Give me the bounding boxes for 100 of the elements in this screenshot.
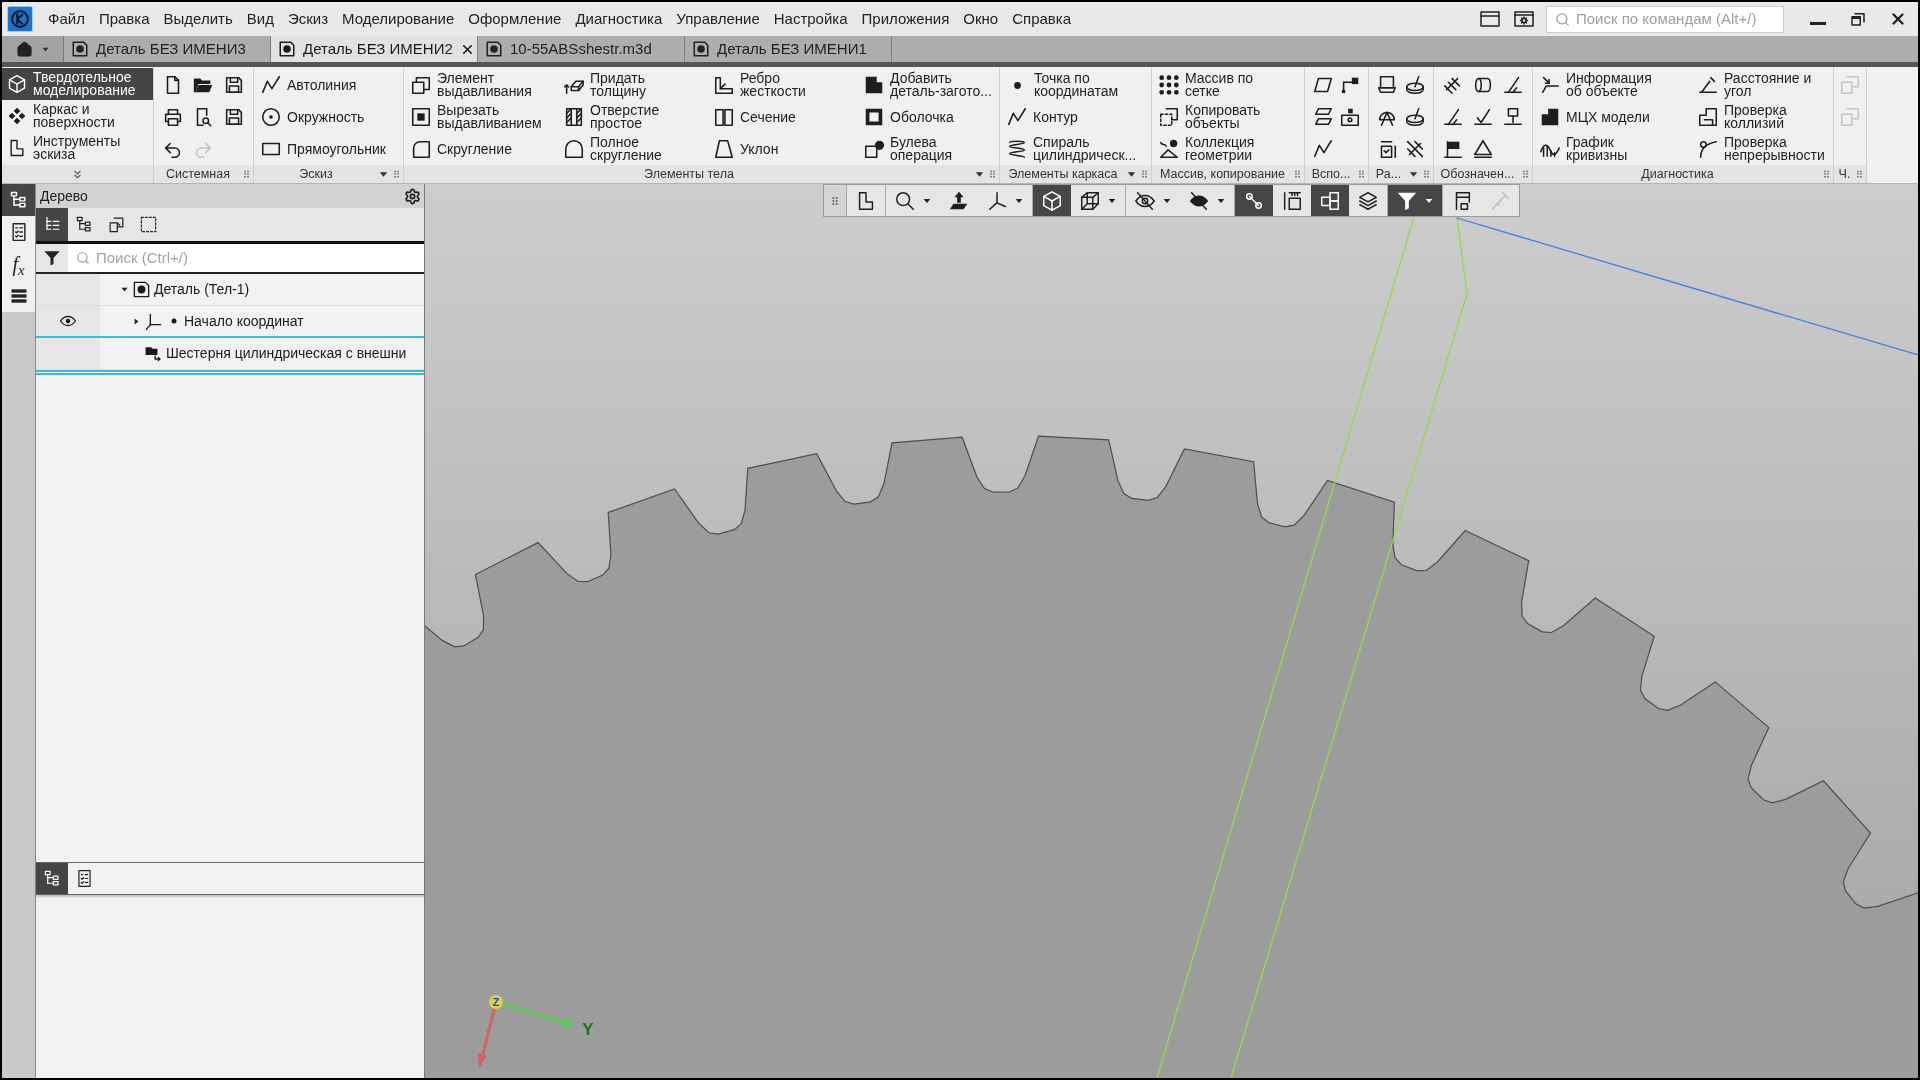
tool-button[interactable]: Прямоугольник	[254, 133, 386, 165]
mode-button[interactable]: Твердотельное моделирование	[2, 68, 153, 100]
view-tool-button[interactable]	[1033, 185, 1071, 216]
tool-button[interactable]: Окружность	[254, 101, 365, 133]
group-label: Диагностика	[1640, 167, 1715, 182]
tool-button[interactable]: Автолиния	[254, 69, 357, 101]
tree-item[interactable]: Деталь (Тел-1)	[100, 274, 424, 305]
menu-item[interactable]: Файл	[41, 7, 92, 31]
tool-button[interactable]: Контур	[1000, 101, 1078, 133]
menu-item[interactable]: Окно	[956, 7, 1006, 31]
tool-button[interactable]: Придать толщину	[557, 69, 672, 101]
search-icon	[76, 251, 90, 265]
triangle-icon[interactable]	[1472, 138, 1494, 160]
group-label: Обозначен...	[1439, 167, 1516, 182]
visibility-cell[interactable]	[36, 274, 100, 305]
view-tool-button[interactable]	[1388, 185, 1442, 216]
grip-icon	[830, 195, 840, 206]
tree-item[interactable]: Шестерня цилиндрическая с внешни	[100, 338, 424, 369]
filter-button[interactable]	[36, 244, 68, 272]
framed-square-icon	[410, 106, 432, 128]
tool-button[interactable]: Булева операция	[857, 133, 1000, 165]
flag-icon[interactable]	[1442, 138, 1464, 160]
square-circle-icon	[863, 138, 885, 160]
check-icon[interactable]	[1472, 106, 1494, 128]
polyline-icon[interactable]	[1311, 138, 1334, 160]
home-icon	[15, 40, 33, 58]
diamond-grid-icon	[7, 106, 27, 126]
command-search-box[interactable]: Поиск по командам (Alt+/)	[1546, 5, 1784, 33]
tool-button[interactable]: Элемент выдавливания	[404, 69, 555, 101]
search-field[interactable]: Поиск (Ctrl+/)	[96, 246, 416, 270]
caret-icon[interactable]	[132, 316, 141, 326]
tool-button[interactable]: Спираль цилиндрическ...	[1000, 133, 1151, 165]
tool-button[interactable]: Скругление	[404, 133, 512, 165]
part-icon	[278, 40, 296, 58]
tool-button[interactable]: Отверстие простое	[557, 101, 672, 133]
disc-icon[interactable]	[1404, 106, 1426, 128]
command-search-field[interactable]: Поиск по командам (Alt+/)	[1576, 7, 1775, 31]
tree-view-button[interactable]	[36, 208, 68, 241]
view-tool-button[interactable]	[1311, 185, 1349, 216]
disc-icon[interactable]	[1404, 74, 1426, 96]
filter-icon	[43, 249, 61, 267]
tool-button[interactable]: Проверка непрерывности	[1691, 133, 1832, 165]
dot-grid-icon	[1158, 74, 1180, 96]
label-tag-icon[interactable]	[1502, 106, 1524, 128]
logo-icon[interactable]	[7, 6, 33, 32]
visibility-cell[interactable]	[36, 306, 100, 336]
part-icon	[485, 40, 503, 58]
menu-item[interactable]: Моделирование	[335, 7, 462, 31]
menu-item[interactable]: Управление	[669, 7, 767, 31]
menu-item[interactable]: Настройка	[766, 7, 855, 31]
caret-icon[interactable]	[120, 285, 129, 294]
tool-button[interactable]: Массив по сетке	[1152, 69, 1285, 101]
tool-button[interactable]: Вырезать выдавливанием	[404, 101, 555, 133]
menu-item[interactable]: Правка	[91, 7, 157, 31]
tool-button[interactable]: Копировать объекты	[1152, 101, 1285, 133]
menu-item[interactable]: Вид	[239, 7, 281, 31]
menu-item[interactable]: Диагностика	[568, 7, 670, 31]
mode-button[interactable]: Инструменты эскиза	[2, 132, 153, 164]
home-button[interactable]	[2, 36, 64, 62]
menu-item[interactable]: Оформление	[461, 7, 569, 31]
tool-button[interactable]: Информация об объекте	[1533, 69, 1661, 101]
tree-icon	[8, 190, 29, 210]
split-box-icon	[713, 106, 735, 128]
menu-item[interactable]: Выделить	[156, 7, 240, 31]
tool-button[interactable]: Сечение	[707, 101, 796, 133]
tool-button[interactable]: Точка по координатам	[1000, 69, 1151, 101]
tool-button[interactable]: Оболочка	[857, 101, 954, 133]
side-tab[interactable]: f$_{x}$	[2, 248, 35, 280]
tree-item[interactable]: Начало координат	[100, 306, 424, 336]
tool-button[interactable]: Расстояние и угол	[1691, 69, 1832, 101]
polyline-icon	[260, 74, 282, 96]
settings-icon[interactable]	[404, 187, 421, 205]
group-label: Ч.	[1837, 167, 1852, 182]
tool-button[interactable]: Проверка коллизий	[1691, 101, 1832, 133]
tool-button[interactable]: Уклон	[707, 133, 779, 165]
menu-item[interactable]: Справка	[1005, 7, 1079, 31]
panel-tab[interactable]	[36, 863, 68, 894]
box-icon[interactable]	[1339, 106, 1362, 128]
tool-button[interactable]: Ребро жесткости	[707, 69, 815, 101]
tool-button[interactable]: МЦХ модели	[1533, 101, 1650, 133]
hatch-icon[interactable]	[1404, 138, 1426, 160]
stacked-squares-icon	[410, 74, 432, 96]
visibility-cell[interactable]	[36, 338, 100, 369]
mode-button[interactable]: Каркас и поверхности	[2, 100, 153, 132]
side-tab[interactable]	[2, 280, 35, 312]
document-tab[interactable]: Деталь БЕЗ ИМЕНИ2	[271, 36, 478, 62]
search-box[interactable]: Поиск (Ctrl+/)	[68, 244, 424, 272]
menu-item[interactable]: Эскиз	[280, 7, 335, 31]
mark-line-icon[interactable]	[1442, 106, 1464, 128]
side-tab[interactable]	[2, 184, 35, 216]
side-tab[interactable]	[2, 216, 35, 248]
menu-item[interactable]: Приложения	[854, 7, 957, 31]
tool-button[interactable]: График кривизны	[1533, 133, 1661, 165]
trapezoid-icon	[713, 138, 735, 160]
tool-button[interactable]: Коллекция геометрии	[1152, 133, 1285, 165]
mark-line-icon[interactable]	[1502, 74, 1524, 96]
tool-button[interactable]: Полное скругление	[557, 133, 672, 165]
frame-plane-icon[interactable]	[1376, 74, 1398, 96]
view-tool-button[interactable]	[1235, 185, 1273, 216]
tool-button[interactable]: Добавить деталь-загото...	[857, 69, 1000, 101]
